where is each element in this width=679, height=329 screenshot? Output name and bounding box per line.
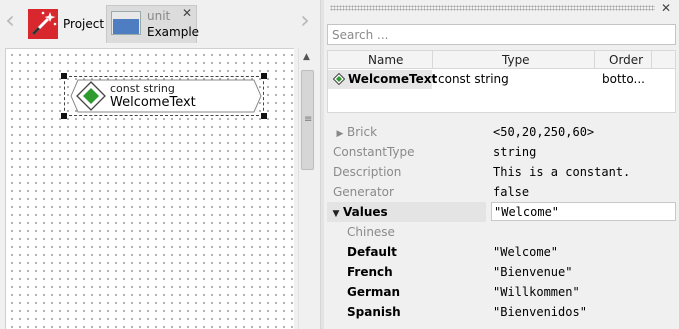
list-header: Name Type Order: [328, 51, 675, 69]
diagram-canvas[interactable]: const string WelcomeText: [5, 48, 294, 329]
resize-handle-bottom-right[interactable]: [261, 113, 267, 119]
scroll-up-icon[interactable]: ▲: [303, 52, 310, 62]
nav-forward-button[interactable]: ›: [297, 8, 313, 34]
tab-project-label: Project: [63, 17, 105, 31]
property-row-default[interactable]: Default "Welcome": [327, 242, 676, 262]
diagram-pane: ‹ Project unit Example ✕ › const string …: [0, 0, 320, 329]
member-list: Name Type Order WelcomeText const string…: [327, 50, 676, 113]
resize-handle-top-left[interactable]: [61, 73, 67, 79]
vertical-scrollbar[interactable]: ▲ ≡: [298, 48, 316, 329]
property-row-german[interactable]: German "Willkommen": [327, 282, 676, 302]
tab-example-label: Example: [147, 25, 200, 39]
property-name: Values: [343, 205, 388, 219]
property-value[interactable]: string: [491, 142, 676, 162]
row-name-cell: WelcomeText: [348, 72, 438, 86]
search-input[interactable]: [327, 24, 676, 45]
row-type-cell: const string: [438, 72, 509, 86]
property-value[interactable]: "Willkommen": [491, 282, 676, 302]
property-row-description[interactable]: Description This is a constant.: [327, 162, 676, 182]
column-divider[interactable]: [432, 51, 433, 69]
collapse-arrow-icon[interactable]: ▼: [329, 209, 343, 219]
property-grid: ▶ Brick <50,20,250,60> ConstantType strin…: [327, 121, 676, 329]
property-row-spanish[interactable]: Spanish "Bienvenidos": [327, 302, 676, 322]
property-value[interactable]: This is a constant.: [491, 162, 676, 182]
property-row-brick[interactable]: ▶ Brick <50,20,250,60>: [327, 122, 676, 142]
property-row-generator[interactable]: Generator false: [327, 182, 676, 202]
property-name: Generator: [333, 185, 394, 199]
magic-wand-icon: [28, 9, 58, 39]
property-row-values[interactable]: ▼ Values "Welcome": [327, 202, 676, 222]
column-header-type[interactable]: Type: [502, 53, 530, 67]
column-header-name[interactable]: Name: [368, 53, 403, 67]
property-value[interactable]: "Bienvenue": [491, 262, 676, 282]
grip-icon: ≡: [304, 114, 313, 125]
property-name: Brick: [347, 125, 378, 139]
tab-example[interactable]: unit Example ✕: [106, 5, 200, 43]
property-name: German: [347, 285, 401, 299]
constant-node[interactable]: const string WelcomeText: [61, 73, 267, 119]
property-value[interactable]: [491, 222, 676, 242]
resize-handle-bottom-left[interactable]: [61, 113, 67, 119]
column-divider[interactable]: [594, 51, 595, 69]
row-order-cell: botto...: [602, 72, 645, 86]
property-row-constanttype[interactable]: ConstantType string: [327, 142, 676, 162]
column-header-order[interactable]: Order: [609, 53, 643, 67]
property-name: French: [347, 265, 393, 279]
property-value[interactable]: <50,20,250,60>: [491, 122, 676, 142]
property-name: Default: [347, 245, 397, 259]
tab-project[interactable]: Project: [25, 6, 105, 44]
unit-window-icon: [111, 11, 141, 35]
constant-diamond-icon: [333, 73, 345, 85]
property-value[interactable]: false: [491, 182, 676, 202]
scrollbar-thumb[interactable]: ≡: [301, 70, 314, 170]
property-value-editor[interactable]: "Welcome": [491, 202, 676, 221]
panel-close-icon[interactable]: ✕: [661, 1, 671, 15]
table-row[interactable]: WelcomeText const string botto...: [328, 70, 675, 89]
panel-drag-handle[interactable]: [330, 5, 655, 11]
property-name: Chinese: [347, 225, 395, 239]
column-divider[interactable]: [651, 51, 652, 69]
nav-back-button[interactable]: ‹: [2, 8, 18, 34]
tab-kind-label: unit: [147, 9, 171, 23]
node-name-label: WelcomeText: [110, 95, 196, 110]
property-value[interactable]: "Welcome": [491, 242, 676, 262]
properties-panel: ✕ Name Type Order WelcomeText const stri…: [324, 0, 679, 329]
node-type-label: const string: [110, 82, 175, 95]
expand-arrow-icon[interactable]: ▶: [333, 129, 347, 139]
property-name: Spanish: [347, 305, 401, 319]
property-row-chinese[interactable]: Chinese: [327, 222, 676, 242]
tab-close-icon[interactable]: ✕: [182, 6, 192, 20]
property-name: ConstantType: [333, 145, 415, 159]
property-name: Description: [333, 165, 402, 179]
property-row-french[interactable]: French "Bienvenue": [327, 262, 676, 282]
property-value[interactable]: "Bienvenidos": [491, 302, 676, 322]
